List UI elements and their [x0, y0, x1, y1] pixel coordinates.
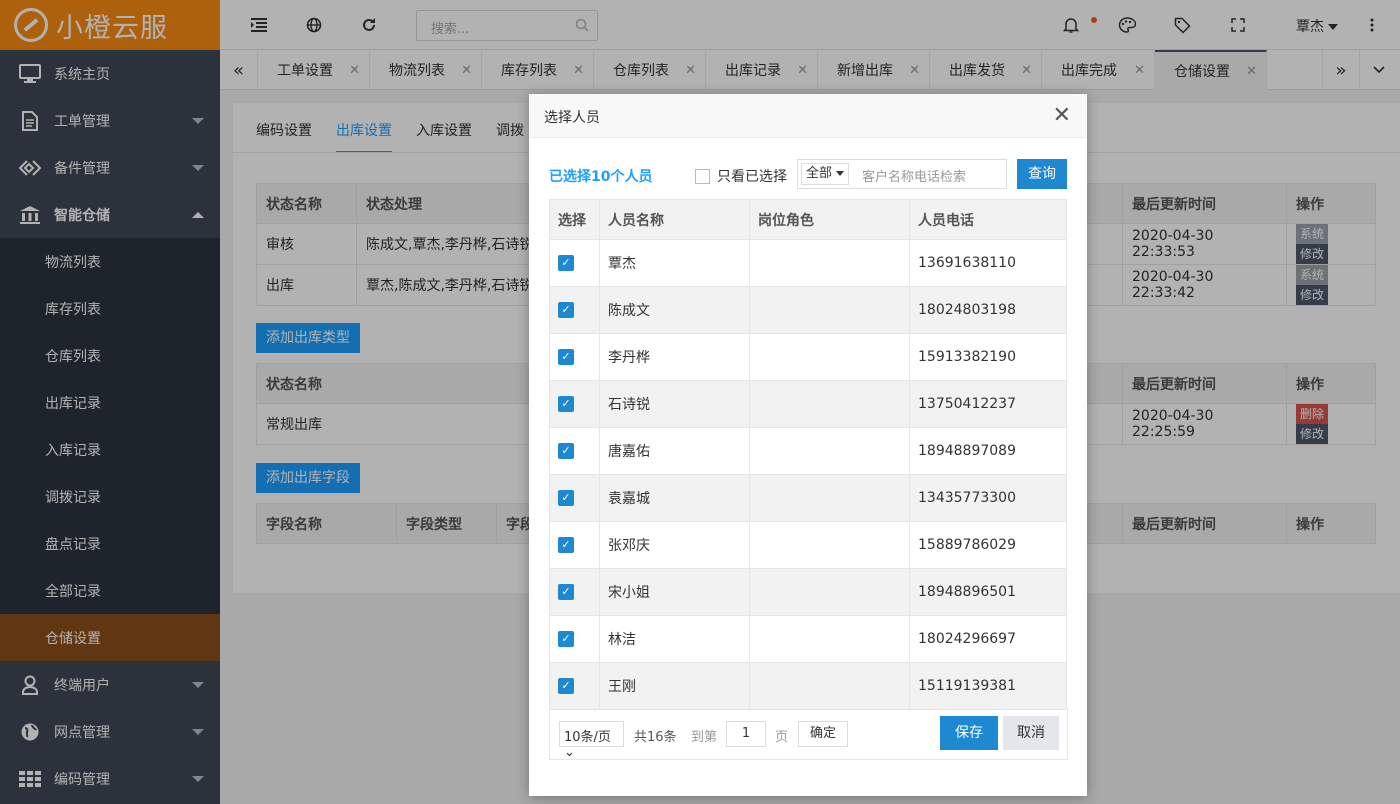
goto-label: 到第: [691, 730, 718, 745]
only-selected-checkbox[interactable]: 只看已选择: [695, 166, 787, 186]
table-row[interactable]: ✓ 宋小姐 18948896501: [549, 568, 1067, 616]
checkbox-checked-icon[interactable]: ✓: [558, 255, 574, 271]
table-row[interactable]: ✓ 唐嘉佑 18948897089: [549, 427, 1067, 475]
total-count: 共16条: [634, 730, 677, 745]
table-row[interactable]: ✓ 覃杰 13691638110: [549, 239, 1067, 287]
select-person-dialog: 选择人员 ✕ 已选择10个人员 只看已选择 全部 客户名称电话检索 查询 选择 …: [529, 94, 1087, 796]
caret-down-icon: [836, 171, 845, 176]
table-row[interactable]: ✓ 袁嘉城 13435773300: [549, 474, 1067, 522]
chevron-down-icon: ⌄: [564, 745, 575, 760]
cancel-button[interactable]: 取消: [1003, 716, 1059, 750]
checkbox-checked-icon[interactable]: ✓: [558, 443, 574, 459]
table-row[interactable]: ✓ 李丹桦 15913382190: [549, 333, 1067, 381]
save-button[interactable]: 保存: [940, 716, 998, 750]
checkbox-checked-icon[interactable]: ✓: [558, 631, 574, 647]
table-row[interactable]: ✓ 王刚 15119139381: [549, 662, 1067, 710]
table-row[interactable]: ✓ 石诗锐 13750412237: [549, 380, 1067, 428]
checkbox-checked-icon[interactable]: ✓: [558, 678, 574, 694]
filter-search-input[interactable]: 客户名称电话检索: [862, 166, 966, 185]
page-number-input[interactable]: 1: [726, 721, 766, 747]
table-row[interactable]: ✓ 陈成文 18024803198: [549, 286, 1067, 334]
checkbox-checked-icon[interactable]: ✓: [558, 302, 574, 318]
dialog-title: 选择人员: [544, 110, 600, 126]
checkbox-checked-icon[interactable]: ✓: [558, 584, 574, 600]
page-confirm-button[interactable]: 确定: [798, 721, 848, 747]
query-button[interactable]: 查询: [1017, 159, 1067, 189]
table-row[interactable]: ✓ 林洁 18024296697: [549, 615, 1067, 663]
page-size-select[interactable]: 10条/页 ⌄: [559, 721, 624, 760]
close-icon[interactable]: ✕: [1053, 103, 1071, 128]
selected-count: 已选择10个人员: [549, 169, 653, 185]
checkbox-checked-icon[interactable]: ✓: [558, 396, 574, 412]
checkbox-checked-icon[interactable]: ✓: [558, 537, 574, 553]
checkbox-checked-icon[interactable]: ✓: [558, 349, 574, 365]
dialog-header: 选择人员 ✕: [529, 94, 1087, 138]
pagination: 10条/页 ⌄ 共16条 到第 1 页 确定 保存 取消: [549, 708, 1068, 760]
filter-select[interactable]: 全部: [801, 163, 850, 185]
checkbox-icon: [695, 168, 710, 184]
checkbox-checked-icon[interactable]: ✓: [558, 490, 574, 506]
page-unit-label: 页: [775, 730, 789, 745]
person-table: 选择 人员名称 岗位角色 人员电话 ✓ 覃杰 13691638110 ✓ 陈成文 180…: [549, 199, 1067, 710]
filter-group: 全部 客户名称电话检索: [797, 159, 1007, 189]
table-row[interactable]: ✓ 张邓庆 15889786029: [549, 521, 1067, 569]
